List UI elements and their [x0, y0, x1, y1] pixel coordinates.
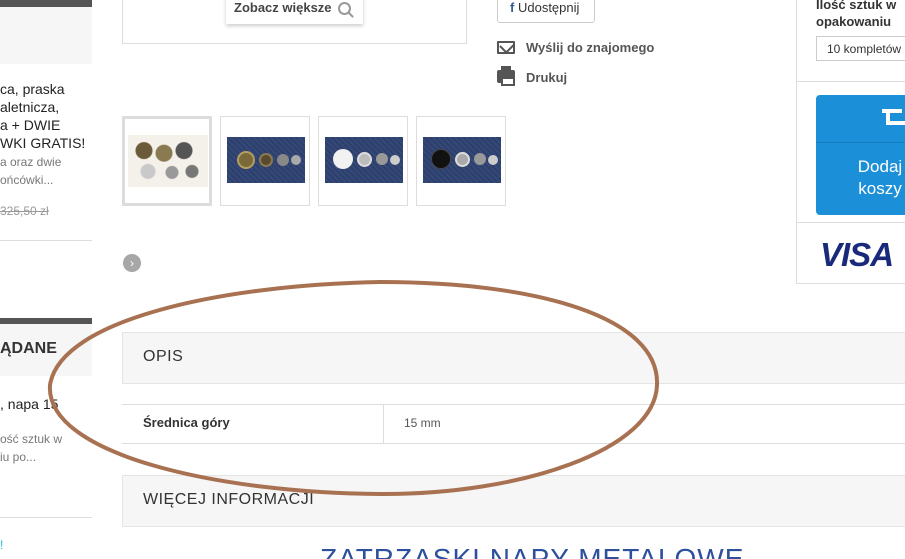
quantity-label-line: opakowaniu	[816, 14, 892, 29]
share-label: Udostępnij	[517, 0, 580, 15]
feature-value: 15 mm	[404, 416, 441, 430]
feature-divider	[383, 405, 384, 443]
facebook-icon: f	[510, 0, 515, 15]
printer-icon	[497, 66, 515, 86]
left-sidebar: ca, praska aletnicza, a + DWIE WKI GRATI…	[0, 0, 92, 559]
print-label: Drukuj	[526, 70, 568, 85]
quantity-select[interactable]: 10 kompletów	[816, 36, 905, 61]
divider	[0, 517, 92, 518]
promo-line: a + DWIE	[0, 117, 61, 133]
quantity-label: Ilość sztuk w opakowaniu	[816, 0, 896, 30]
send-to-friend-label: Wyślij do znajomego	[526, 40, 655, 55]
zoom-button[interactable]: Zobacz większe	[226, 0, 363, 24]
promo-line: WKI GRATIS!	[0, 135, 86, 151]
print-link[interactable]: Drukuj	[497, 66, 568, 86]
thumbnail-next-button[interactable]: ›	[123, 254, 141, 272]
promo-line: ca, praska	[0, 81, 65, 97]
thumbnail-1[interactable]	[122, 116, 212, 206]
sidebar-marker: !	[0, 538, 4, 552]
add-to-cart-label: Dodaj koszy	[816, 156, 905, 200]
related-products-title: ZATRZASKI NAPY METALOWE	[320, 543, 745, 559]
promo-sub-line: ońcówki...	[0, 173, 54, 187]
product-thumbnail-image	[227, 137, 305, 183]
description-tab[interactable]	[122, 332, 905, 384]
add-to-cart-line: koszy	[858, 179, 902, 198]
send-to-friend-link[interactable]: Wyślij do znajomego	[497, 40, 654, 55]
sidebar-product-sub-line: iu po...	[0, 450, 37, 464]
sidebar-top-bar	[0, 0, 92, 7]
share-button[interactable]: f Udostępnij	[497, 0, 595, 23]
sidebar-product-description: ość sztuk w iu po...	[0, 430, 62, 466]
sidebar-header-box	[0, 7, 92, 64]
add-to-cart-button[interactable]: Dodaj koszy	[816, 95, 905, 215]
more-info-title: WIĘCEJ INFORMACJI	[143, 491, 315, 508]
visa-logo: VISA	[820, 236, 894, 273]
description-title: OPIS	[143, 348, 184, 365]
divider	[797, 222, 905, 223]
thumbnail-3[interactable]	[318, 116, 408, 206]
annotation-stroke	[47, 279, 660, 497]
add-to-cart-line: Dodaj	[857, 157, 903, 176]
promo-description: a oraz dwie ońcówki...	[0, 153, 92, 189]
product-thumbnail-image	[325, 137, 403, 183]
feature-name: Średnica góry	[143, 415, 230, 430]
thumbnail-2[interactable]	[220, 116, 310, 206]
cart-button-top	[816, 95, 905, 143]
envelope-icon	[497, 41, 515, 54]
thumbnail-4[interactable]	[416, 116, 506, 206]
feature-row	[122, 404, 905, 444]
sidebar-section-heading: ĄDANE	[0, 340, 57, 357]
divider	[0, 240, 92, 241]
sidebar-product-sub-line: ość sztuk w	[0, 432, 63, 446]
product-thumbnail-image	[423, 137, 501, 183]
promo-line: aletnicza,	[0, 99, 60, 115]
promo-product-title[interactable]: ca, praska aletnicza, a + DWIE WKI GRATI…	[0, 80, 92, 152]
old-price: 325,50 zł	[0, 204, 49, 218]
quantity-label-line: Ilość sztuk w	[816, 0, 897, 12]
promo-sub-line: a oraz dwie	[0, 155, 62, 169]
zoom-label: Zobacz większe	[234, 0, 332, 15]
divider	[797, 81, 905, 82]
cart-icon	[882, 109, 905, 125]
sidebar-product-title[interactable]: , napa 15	[0, 396, 58, 412]
product-thumbnail-image	[128, 135, 208, 187]
search-icon	[337, 2, 351, 16]
